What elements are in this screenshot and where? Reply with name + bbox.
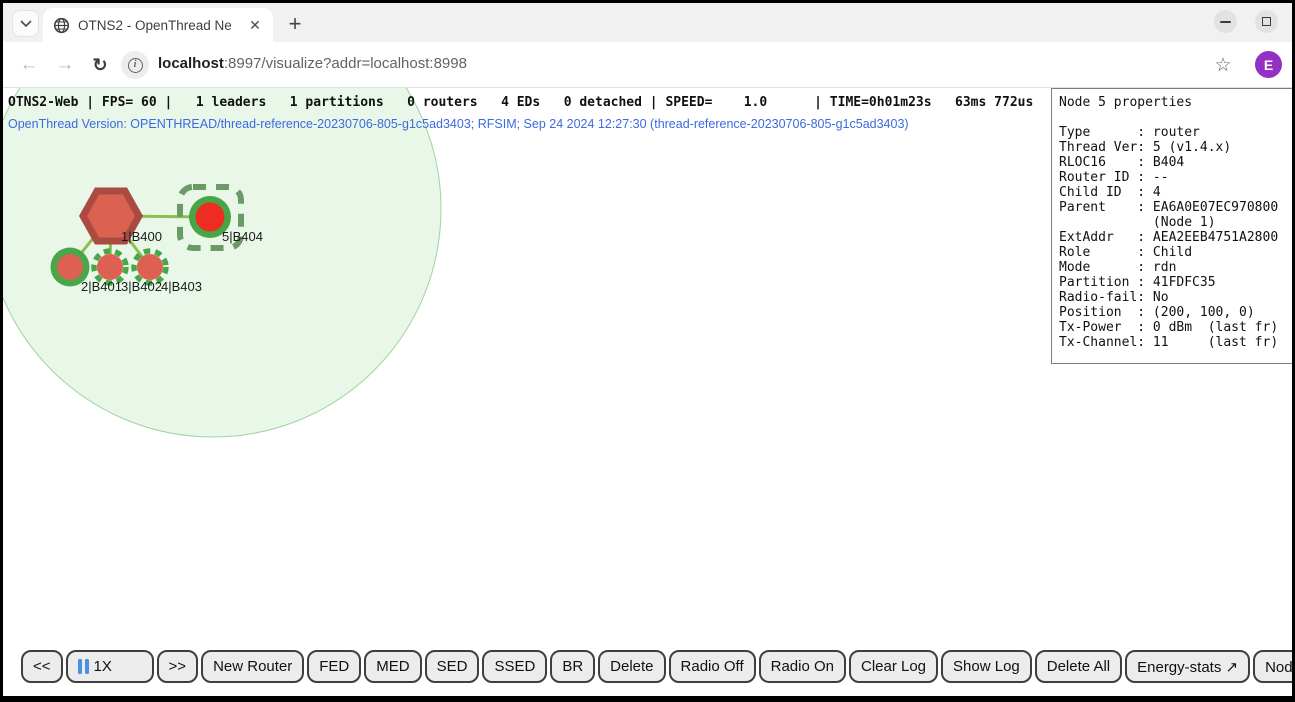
clear-log-button[interactable]: Clear Log [849,650,938,683]
sed-button[interactable]: SED [425,650,480,683]
info-icon: i [128,58,143,73]
speed-label: 1X [94,658,112,675]
radio-off-button[interactable]: Radio Off [669,650,756,683]
tab-close-icon[interactable]: ✕ [245,15,265,35]
br-button[interactable]: BR [550,650,595,683]
new-tab-button[interactable]: + [282,11,308,37]
node-5-body [196,203,225,232]
address-bar: ← → ↻ i localhost:8997/visualize?addr=lo… [3,42,1292,88]
node-3-label: 3|B402 [121,279,162,294]
node-properties-panel: Node 5 properties Type : router Thread V… [1051,88,1292,364]
energy-stats-button[interactable]: Energy-stats ↗ [1125,650,1250,683]
minimize-icon [1220,21,1231,23]
tab-search-button[interactable] [12,10,39,37]
titlebar: OTNS2 - OpenThread Ne ✕ + [3,3,1292,42]
controls-toolbar: << 1X >> New Router FED MED SED SSED BR … [21,650,1292,684]
node-4-body [137,254,163,280]
node-properties-title: Node 5 properties [1059,95,1289,110]
browser-window-inner: OTNS2 - OpenThread Ne ✕ + ← → ↻ i localh… [3,3,1292,696]
radio-on-button[interactable]: Radio On [759,650,846,683]
node-2-label: 2|B401 [81,279,122,294]
speed-down-button[interactable]: << [21,650,63,683]
tab-title: OTNS2 - OpenThread Ne [78,18,238,33]
node-3-body [97,254,123,280]
back-button[interactable]: ← [15,51,43,79]
pause-icon [78,659,89,674]
url-host: localhost [158,55,224,72]
url-path: :8997/visualize?addr=localhost:8998 [224,55,467,72]
ssed-button[interactable]: SSED [482,650,547,683]
node-properties-text: Type : router Thread Ver: 5 (v1.4.x) RLO… [1059,125,1289,350]
status-line: OTNS2-Web | FPS= 60 | 1 leaders 1 partit… [8,95,1033,110]
med-button[interactable]: MED [364,650,421,683]
reload-button[interactable]: ↻ [86,51,114,79]
browser-window: OTNS2 - OpenThread Ne ✕ + ← → ↻ i localh… [0,0,1295,702]
maximize-icon [1262,17,1271,26]
chevron-down-icon [20,20,32,28]
new-router-button[interactable]: New Router [201,650,304,683]
otns-canvas: 1|B400 5|B404 2|B401 3|B402 4|B403 OTNS2… [3,88,1292,696]
url-field[interactable]: localhost:8997/visualize?addr=localhost:… [158,55,467,72]
node-4-label: 4|B403 [161,279,202,294]
node-5-label: 5|B404 [222,229,263,244]
forward-button[interactable]: → [51,51,79,79]
openthread-version-link[interactable]: OpenThread Version: OPENTHREAD/thread-re… [8,117,909,131]
delete-all-button[interactable]: Delete All [1035,650,1122,683]
node-2-body [57,254,83,280]
profile-avatar[interactable]: E [1255,51,1282,78]
window-minimize-button[interactable] [1214,10,1237,33]
node-stats-button[interactable]: Node-stats ↗ [1253,650,1292,683]
node-1-label: 1|B400 [121,229,162,244]
speed-pause-button[interactable]: 1X [66,650,154,683]
speed-up-button[interactable]: >> [157,650,199,683]
tab-otns2[interactable]: OTNS2 - OpenThread Ne ✕ [43,8,273,42]
delete-button[interactable]: Delete [598,650,665,683]
fed-button[interactable]: FED [307,650,361,683]
window-maximize-button[interactable] [1255,10,1278,33]
bookmark-star-icon[interactable]: ☆ [1209,51,1237,79]
globe-favicon-icon [53,17,70,34]
site-info-button[interactable]: i [121,51,149,79]
show-log-button[interactable]: Show Log [941,650,1032,683]
